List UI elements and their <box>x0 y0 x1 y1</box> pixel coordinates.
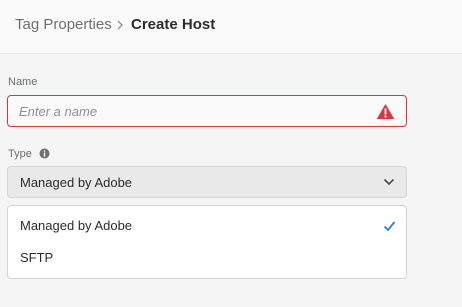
type-select[interactable]: Managed by Adobe <box>7 166 407 198</box>
chevron-down-icon <box>383 178 395 186</box>
name-field[interactable] <box>7 95 407 127</box>
alert-icon <box>376 104 395 119</box>
checkmark-icon <box>383 221 396 232</box>
chevron-right-icon <box>117 20 123 30</box>
name-input[interactable] <box>19 96 359 126</box>
breadcrumb-tag-properties[interactable]: Tag Properties <box>15 16 112 34</box>
page-header: Tag Properties Create Host <box>0 0 462 54</box>
type-label: Type <box>8 148 32 160</box>
type-select-value: Managed by Adobe <box>20 175 133 190</box>
menu-item-label: SFTP <box>20 250 54 265</box>
menu-item-sftp[interactable]: SFTP <box>8 243 406 273</box>
menu-item-label: Managed by Adobe <box>20 218 133 233</box>
page-title: Create Host <box>131 16 216 33</box>
name-label: Name <box>8 76 38 88</box>
type-dropdown-menu: Managed by Adobe SFTP <box>7 205 407 279</box>
info-icon[interactable] <box>39 148 50 159</box>
menu-item-managed-by-adobe[interactable]: Managed by Adobe <box>8 211 406 241</box>
